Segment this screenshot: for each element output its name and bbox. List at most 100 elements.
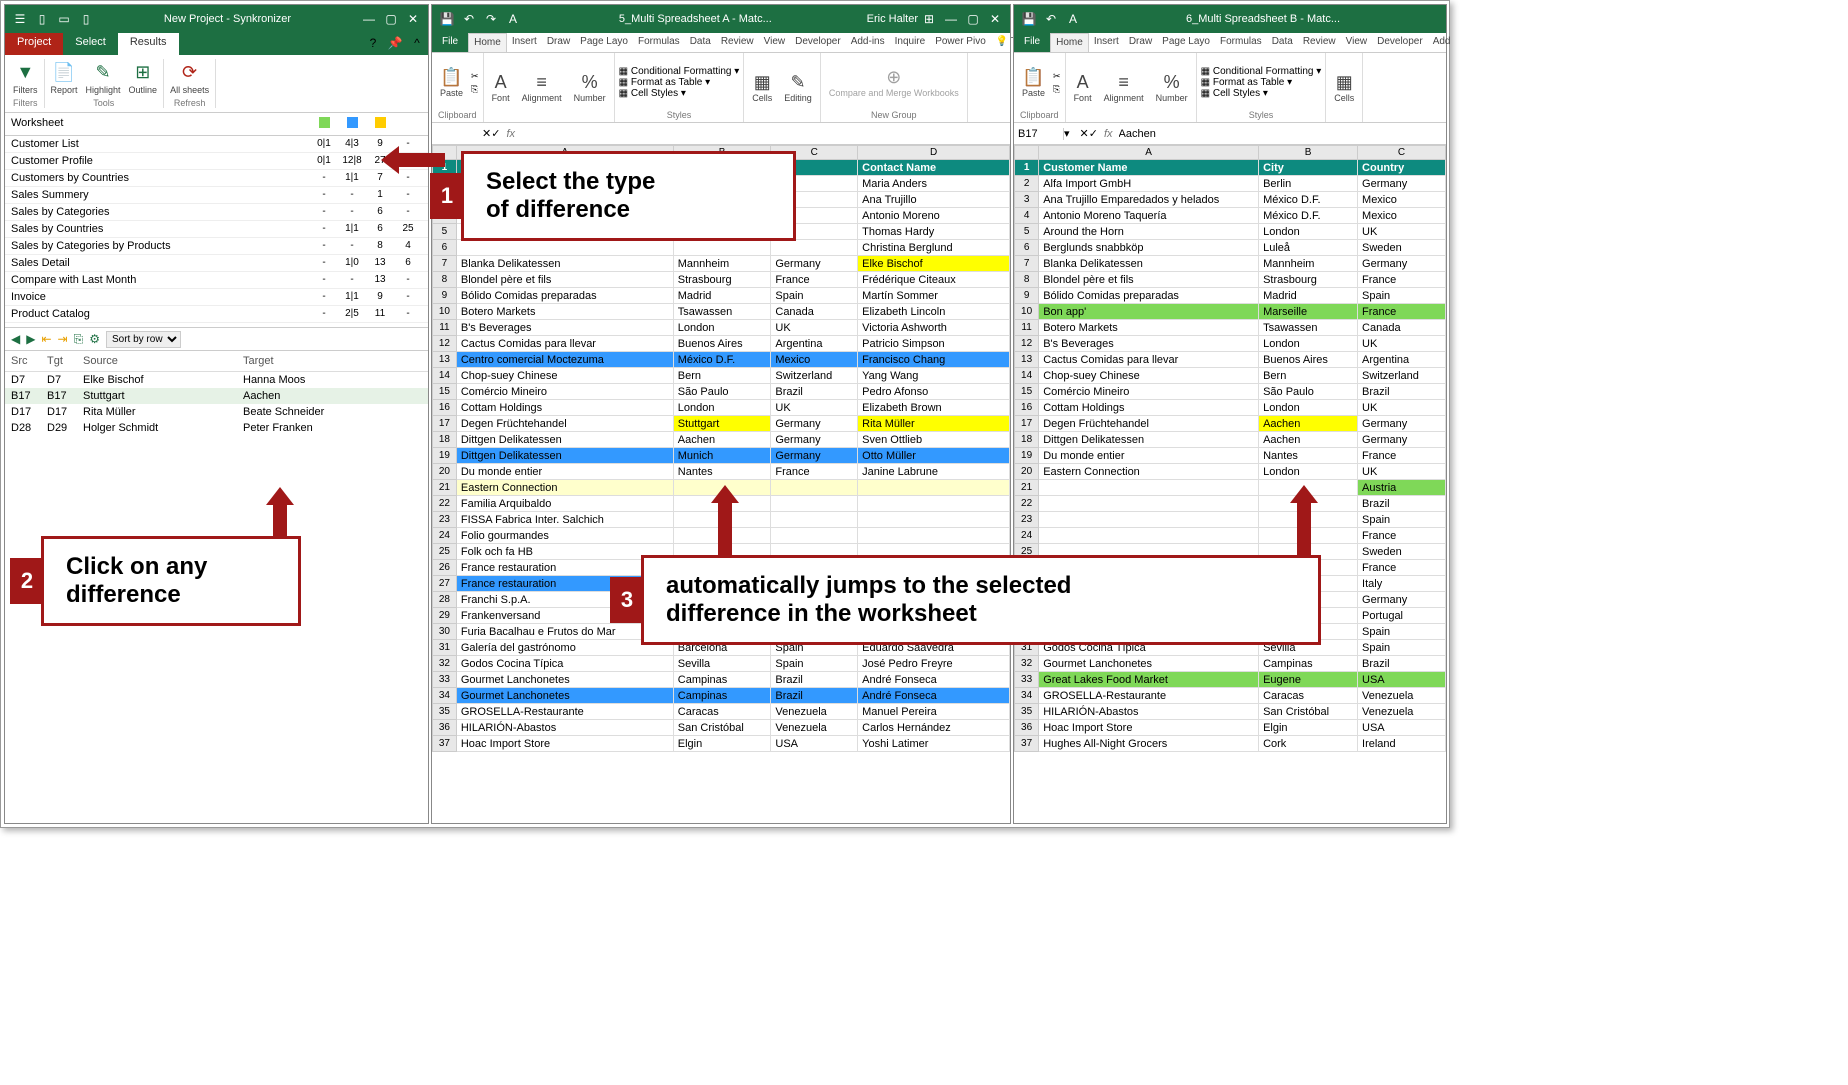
fx-icon[interactable]: fx xyxy=(1098,128,1119,140)
paste-button[interactable]: 📋Paste xyxy=(1018,65,1049,100)
menu-tab[interactable]: Draw xyxy=(542,33,575,52)
copy-icon[interactable]: ⎘ xyxy=(1053,84,1061,95)
font-button[interactable]: AFont xyxy=(488,70,514,105)
condfmt-button[interactable]: ▦ Conditional Formatting ▾ xyxy=(619,66,740,77)
menu-tab[interactable]: Add-ins xyxy=(846,33,890,52)
alignment-button[interactable]: ≡Alignment xyxy=(1100,70,1148,105)
diff-row[interactable]: B17B17StuttgartAachen xyxy=(5,388,428,404)
editing-button[interactable]: ✎Editing xyxy=(780,70,816,105)
cellstyles-button[interactable]: ▦ Cell Styles ▾ xyxy=(619,88,740,99)
tab-results[interactable]: Results xyxy=(118,33,179,55)
jump-next-icon[interactable]: ⇥ xyxy=(58,332,68,346)
minimize-icon[interactable]: — xyxy=(359,9,379,29)
report-button[interactable]: 📄Report xyxy=(51,62,78,95)
menu-tab[interactable]: Power Pivo xyxy=(930,33,991,52)
enter-icon[interactable]: ✓ xyxy=(1089,127,1098,140)
condfmt-button[interactable]: ▦ Conditional Formatting ▾ xyxy=(1201,66,1322,77)
cut-icon[interactable]: ✂ xyxy=(1053,71,1061,82)
worksheet-row[interactable]: Sales by Categories--6- xyxy=(5,204,428,221)
menu-tab[interactable]: Add xyxy=(1428,33,1456,52)
worksheet-row[interactable]: Sales by Countries-1|1625 xyxy=(5,221,428,238)
prev-icon[interactable]: ◀ xyxy=(11,332,20,346)
menu-tab[interactable]: Insert xyxy=(507,33,542,52)
collapse-icon[interactable]: ^ xyxy=(407,33,427,53)
diff-type-col1[interactable] xyxy=(310,117,338,131)
menu-tab[interactable]: Review xyxy=(1298,33,1341,52)
excel-a-grid[interactable]: ABCD1ryContact Name2Maria Anders3Ana Tru… xyxy=(432,145,1010,805)
cells-button[interactable]: ▦Cells xyxy=(748,70,776,105)
filters-button[interactable]: ▼Filters xyxy=(13,62,38,95)
worksheet-row[interactable]: Customer List0|14|39- xyxy=(5,136,428,153)
menu-tab[interactable]: Inquire xyxy=(890,33,931,52)
excel-b-titlebar[interactable]: 💾 ↶ A 6_Multi Spreadsheet B - Matc... xyxy=(1014,5,1446,33)
highlight-button[interactable]: ✎Highlight xyxy=(86,62,121,95)
menu-home[interactable]: Home xyxy=(1050,33,1089,52)
gear-icon[interactable]: ⚙ xyxy=(89,332,100,346)
layout3-icon[interactable]: ▯ xyxy=(76,9,96,29)
menu-file[interactable]: File xyxy=(432,33,468,52)
maximize-icon[interactable]: ▢ xyxy=(381,9,401,29)
cellstyles-button[interactable]: ▦ Cell Styles ▾ xyxy=(1201,88,1322,99)
compare-button[interactable]: ⊕Compare and Merge Workbooks xyxy=(825,65,963,100)
save-icon[interactable]: 💾 xyxy=(437,9,457,29)
menu-icon[interactable]: ☰ xyxy=(10,9,30,29)
menu-tab[interactable]: Developer xyxy=(1372,33,1428,52)
layout2-icon[interactable]: ▭ xyxy=(54,9,74,29)
dropdown-icon[interactable]: ▾ xyxy=(1064,127,1070,140)
name-box[interactable]: B17 xyxy=(1014,128,1064,140)
cancel-icon[interactable]: ✕ xyxy=(482,127,491,140)
cells-button[interactable]: ▦Cells xyxy=(1330,70,1358,105)
fx-icon[interactable]: fx xyxy=(500,128,521,140)
font-icon[interactable]: A xyxy=(1063,9,1083,29)
copy-icon[interactable]: ⎘ xyxy=(74,332,84,347)
cut-icon[interactable]: ✂ xyxy=(471,71,479,82)
worksheet-list[interactable]: Customer List0|14|39-Customer Profile0|1… xyxy=(5,136,428,323)
redo-icon[interactable]: ↷ xyxy=(481,9,501,29)
tab-project[interactable]: Project xyxy=(5,33,63,55)
diff-row[interactable]: D17D17Rita MüllerBeate Schneider xyxy=(5,404,428,420)
menu-tab[interactable]: Data xyxy=(685,33,716,52)
worksheet-row[interactable]: Sales Detail-1|0136 xyxy=(5,255,428,272)
diff-type-col2[interactable] xyxy=(338,117,366,131)
menu-tab[interactable]: Page Layo xyxy=(1157,33,1215,52)
alignment-button[interactable]: ≡Alignment xyxy=(518,70,566,105)
fmttable-button[interactable]: ▦ Format as Table ▾ xyxy=(619,77,740,88)
sort-select[interactable]: Sort by row xyxy=(106,331,181,348)
menu-tab[interactable]: Data xyxy=(1267,33,1298,52)
font-icon[interactable]: A xyxy=(503,9,523,29)
save-icon[interactable]: 💾 xyxy=(1019,9,1039,29)
worksheet-row[interactable]: Sales by Categories by Products--84 xyxy=(5,238,428,255)
diff-type-col3[interactable] xyxy=(366,117,394,131)
number-button[interactable]: %Number xyxy=(570,70,610,105)
menu-file[interactable]: File xyxy=(1014,33,1050,52)
menu-tab[interactable]: View xyxy=(759,33,791,52)
undo-icon[interactable]: ↶ xyxy=(459,9,479,29)
allsheets-button[interactable]: ⟳All sheets xyxy=(170,62,209,95)
menu-tab[interactable]: Review xyxy=(716,33,759,52)
maximize-icon[interactable]: ▢ xyxy=(963,9,983,29)
excel-b-grid[interactable]: ABC1Customer NameCityCountry2Alfa Import… xyxy=(1014,145,1446,805)
excel-a-titlebar[interactable]: 💾 ↶ ↷ A 5_Multi Spreadsheet A - Matc... … xyxy=(432,5,1010,33)
fmttable-button[interactable]: ▦ Format as Table ▾ xyxy=(1201,77,1322,88)
worksheet-row[interactable]: Sales Summery--1- xyxy=(5,187,428,204)
menu-tab[interactable]: Formulas xyxy=(1215,33,1267,52)
minimize-icon[interactable]: — xyxy=(941,9,961,29)
worksheet-row[interactable]: Invoice-1|19- xyxy=(5,289,428,306)
help-icon[interactable]: ? xyxy=(363,33,383,53)
pin-icon[interactable]: 📌 xyxy=(385,33,405,53)
menu-tab[interactable]: Developer xyxy=(790,33,846,52)
worksheet-row[interactable]: Product Catalog-2|511- xyxy=(5,306,428,323)
worksheet-row[interactable]: Customers by Countries-1|17- xyxy=(5,170,428,187)
menu-home[interactable]: Home xyxy=(468,33,507,52)
share-icon[interactable]: ⊞ xyxy=(919,9,939,29)
tab-select[interactable]: Select xyxy=(63,33,118,55)
close-icon[interactable]: ✕ xyxy=(985,9,1005,29)
outline-button[interactable]: ⊞Outline xyxy=(129,62,158,95)
paste-button[interactable]: 📋Paste xyxy=(436,65,467,100)
formula-input[interactable] xyxy=(1119,128,1446,140)
undo-icon[interactable]: ↶ xyxy=(1041,9,1061,29)
menu-tab[interactable]: Page Layo xyxy=(575,33,633,52)
worksheet-row[interactable]: Compare with Last Month--13- xyxy=(5,272,428,289)
enter-icon[interactable]: ✓ xyxy=(491,127,500,140)
formula-input[interactable] xyxy=(521,128,1010,140)
